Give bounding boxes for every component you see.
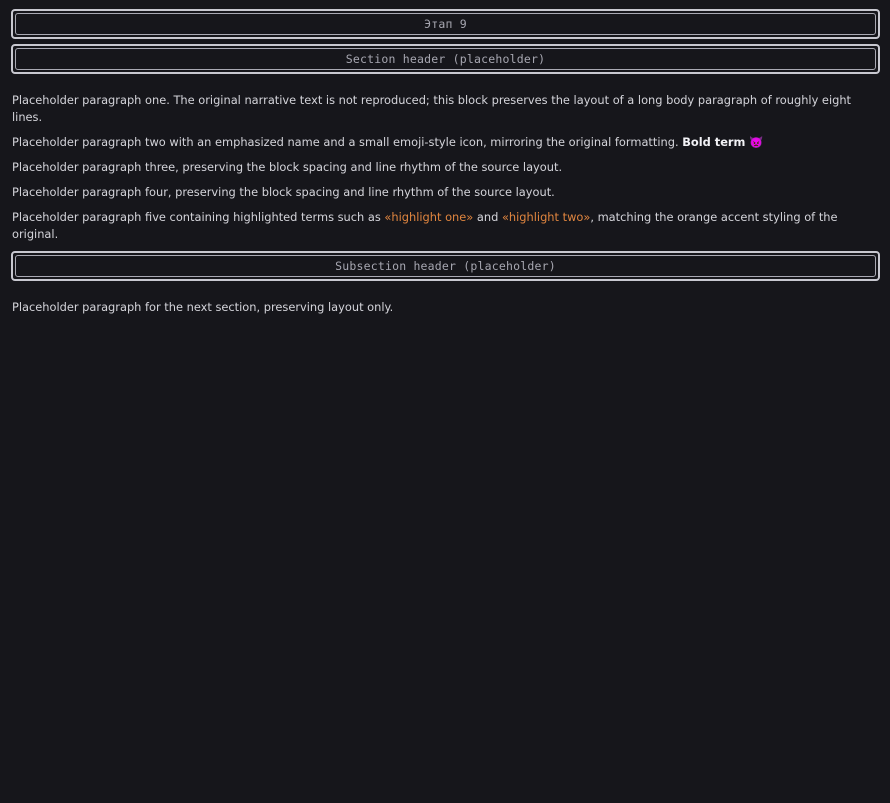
story-text: and <box>473 210 502 224</box>
subsection-header: Subsection header (placeholder) <box>11 251 880 281</box>
story-paragraph: Placeholder paragraph two with an emphas… <box>12 134 880 151</box>
subsection-title: Subsection header (placeholder) <box>15 255 876 277</box>
highlighted-term: «highlight two» <box>501 210 591 224</box>
story-section-2: Placeholder paragraph for the next secti… <box>11 299 880 316</box>
story-paragraph: Placeholder paragraph for the next secti… <box>12 300 394 314</box>
page: Этап 9 Section header (placeholder) Plac… <box>0 0 890 316</box>
story-text: Placeholder paragraph five containing hi… <box>12 210 385 224</box>
highlighted-term: «highlight one» <box>384 210 474 224</box>
story-text: Placeholder paragraph two with an emphas… <box>12 135 679 149</box>
story-paragraph: Placeholder paragraph one. The original … <box>12 93 852 124</box>
purple-emoji-icon: 👿 <box>749 135 764 149</box>
story-paragraph: Placeholder paragraph five containing hi… <box>12 209 880 243</box>
story-section-1: Placeholder paragraph one. The original … <box>11 92 880 243</box>
stage-title: Этап 9 <box>15 13 876 35</box>
stage-header: Этап 9 <box>11 9 880 39</box>
bold-term: Bold term <box>682 135 746 149</box>
global-event-header: Section header (placeholder) <box>11 44 880 74</box>
story-paragraph: Placeholder paragraph four, preserving t… <box>12 185 555 199</box>
story-paragraph: Placeholder paragraph three, preserving … <box>12 160 563 174</box>
global-event-title: Section header (placeholder) <box>15 48 876 70</box>
